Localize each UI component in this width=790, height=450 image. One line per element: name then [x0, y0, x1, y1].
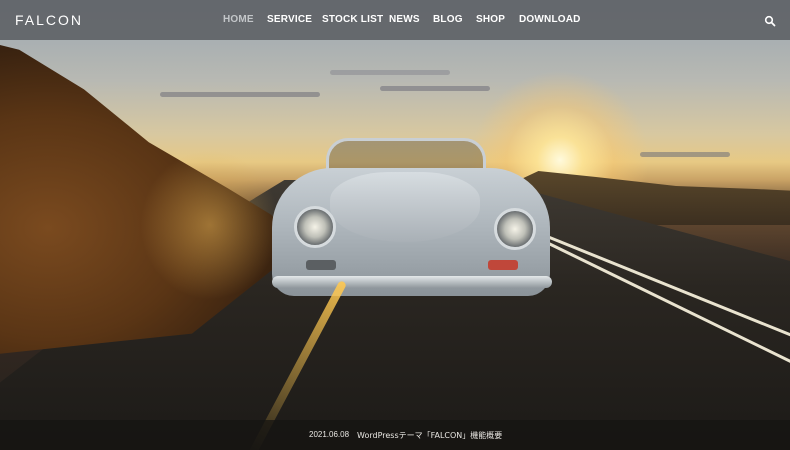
car-light-right — [488, 260, 518, 270]
news-date: 2021.06.08 — [309, 430, 350, 439]
cloud — [380, 86, 490, 91]
search-icon[interactable] — [764, 14, 776, 27]
grass-glow — [140, 150, 280, 300]
nav-news[interactable]: NEWS — [389, 14, 420, 25]
hero-image — [0, 0, 790, 450]
cloud — [330, 70, 450, 75]
headlight-right — [494, 208, 536, 250]
car-bumper — [272, 276, 552, 288]
car-light-left — [306, 260, 336, 270]
nav-blog[interactable]: BLOG — [433, 14, 463, 25]
car-hood — [330, 172, 480, 242]
nav-stock-list[interactable]: STOCK LIST — [322, 14, 383, 25]
news-ticker: 2021.06.08 WordPressテーマ「FALCON」機能概要 — [0, 420, 790, 450]
top-navigation-bar: FALCON HOME SERVICE STOCK LIST NEWS BLOG… — [0, 0, 790, 40]
news-title-link[interactable]: WordPressテーマ「FALCON」機能概要 — [357, 430, 502, 441]
cloud — [640, 152, 730, 157]
nav-shop[interactable]: SHOP — [476, 14, 505, 25]
main-nav: HOME SERVICE STOCK LIST NEWS BLOG SHOP D… — [0, 0, 790, 40]
nav-download[interactable]: DOWNLOAD — [519, 14, 581, 25]
search-icon-glyph — [764, 15, 776, 27]
cloud — [160, 92, 320, 97]
nav-service[interactable]: SERVICE — [267, 14, 312, 25]
headlight-left — [294, 206, 336, 248]
nav-home[interactable]: HOME — [223, 14, 254, 25]
